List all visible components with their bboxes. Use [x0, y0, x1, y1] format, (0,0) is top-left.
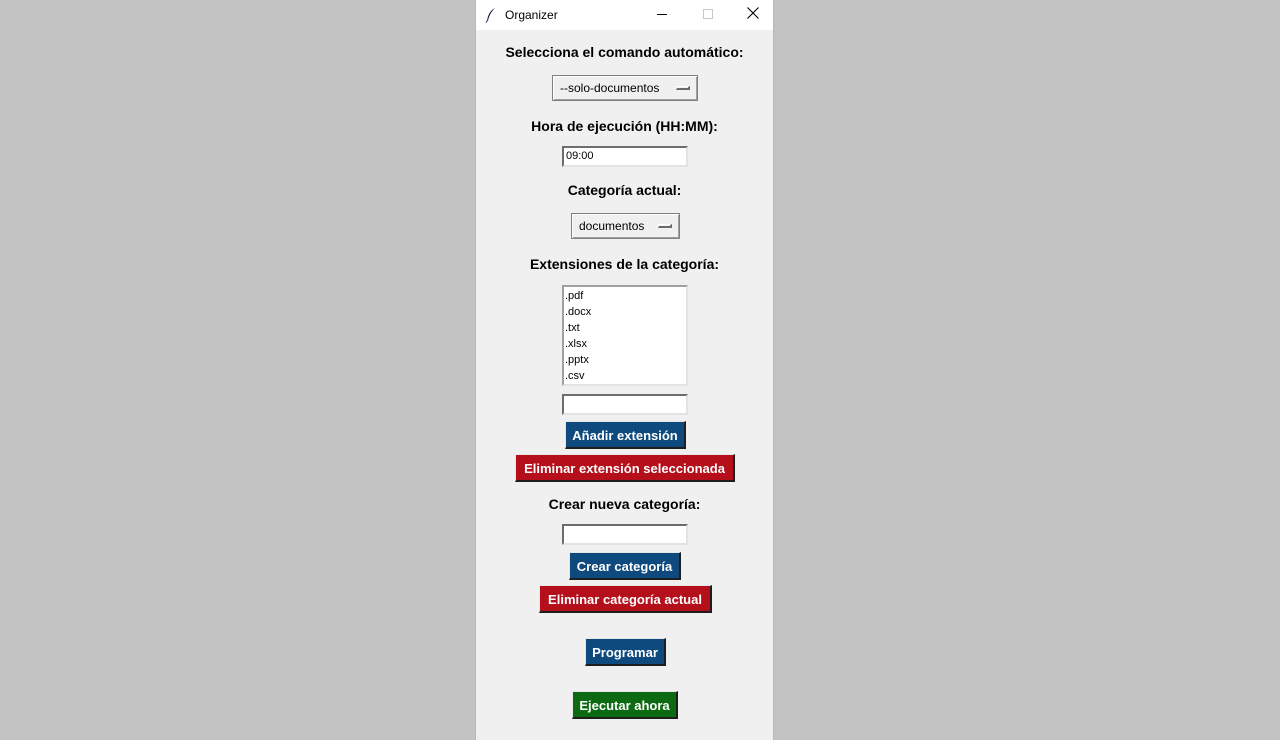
- category-select[interactable]: documentos: [571, 213, 680, 239]
- maximize-button[interactable]: [685, 0, 731, 30]
- new-category-label: Crear nueva categoría:: [548, 496, 701, 512]
- time-label: Hora de ejecución (HH:MM):: [531, 118, 718, 134]
- run-now-button[interactable]: Ejecutar ahora: [572, 691, 678, 719]
- time-input[interactable]: 09:00: [562, 146, 688, 167]
- command-select[interactable]: --solo-documentos: [552, 75, 698, 101]
- list-item[interactable]: .xlsx: [564, 336, 686, 352]
- minimize-icon: [657, 6, 667, 24]
- close-button[interactable]: [730, 0, 776, 30]
- create-category-button[interactable]: Crear categoría: [569, 552, 681, 580]
- close-icon: [747, 6, 759, 24]
- list-item[interactable]: .pptx: [564, 352, 686, 368]
- extensions-listbox[interactable]: .pdf .docx .txt .xlsx .pptx .csv: [562, 285, 688, 386]
- new-category-input[interactable]: [562, 524, 688, 545]
- add-extension-button[interactable]: Añadir extensión: [565, 421, 686, 449]
- list-item[interactable]: .pdf: [564, 288, 686, 304]
- minimize-button[interactable]: [639, 0, 685, 30]
- title-bar[interactable]: Organizer: [476, 0, 773, 30]
- list-item[interactable]: .txt: [564, 320, 686, 336]
- maximize-icon: [703, 6, 713, 24]
- delete-category-button[interactable]: Eliminar categoría actual: [539, 585, 712, 613]
- app-window: Organizer Selecciona el comando automáti…: [475, 0, 774, 740]
- extensions-label: Extensiones de la categoría:: [529, 256, 720, 272]
- window-title: Organizer: [505, 8, 558, 22]
- new-extension-input[interactable]: [562, 394, 688, 415]
- dropdown-indicator-icon: [658, 224, 672, 228]
- command-selected-value: --solo-documentos: [560, 81, 660, 95]
- dropdown-indicator-icon: [676, 86, 690, 90]
- category-selected-value: documentos: [579, 219, 645, 233]
- list-item[interactable]: .docx: [564, 304, 686, 320]
- schedule-button[interactable]: Programar: [585, 638, 666, 666]
- command-label: Selecciona el comando automático:: [505, 44, 744, 60]
- list-item[interactable]: .csv: [564, 368, 686, 384]
- feather-icon: [485, 7, 497, 23]
- category-label: Categoría actual:: [567, 182, 682, 198]
- remove-extension-button[interactable]: Eliminar extensión seleccionada: [515, 454, 735, 482]
